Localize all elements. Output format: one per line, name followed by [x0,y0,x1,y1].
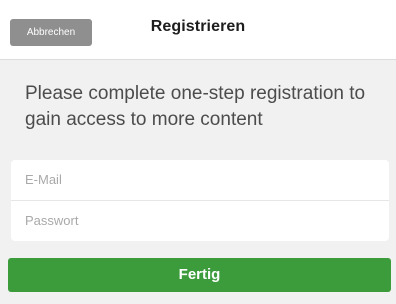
login-form: E-Mail Passwort [11,160,389,241]
page-title: Registrieren [150,18,246,35]
registration-screen: Abbrechen Registrieren Please complete o… [0,0,396,304]
submit-button[interactable]: Fertig [8,258,391,292]
email-field[interactable]: E-Mail [11,160,389,200]
password-field[interactable]: Passwort [11,201,389,241]
navigation-bar: Abbrechen Registrieren [0,0,396,60]
registration-message: Please complete one-step registration to… [25,83,366,130]
